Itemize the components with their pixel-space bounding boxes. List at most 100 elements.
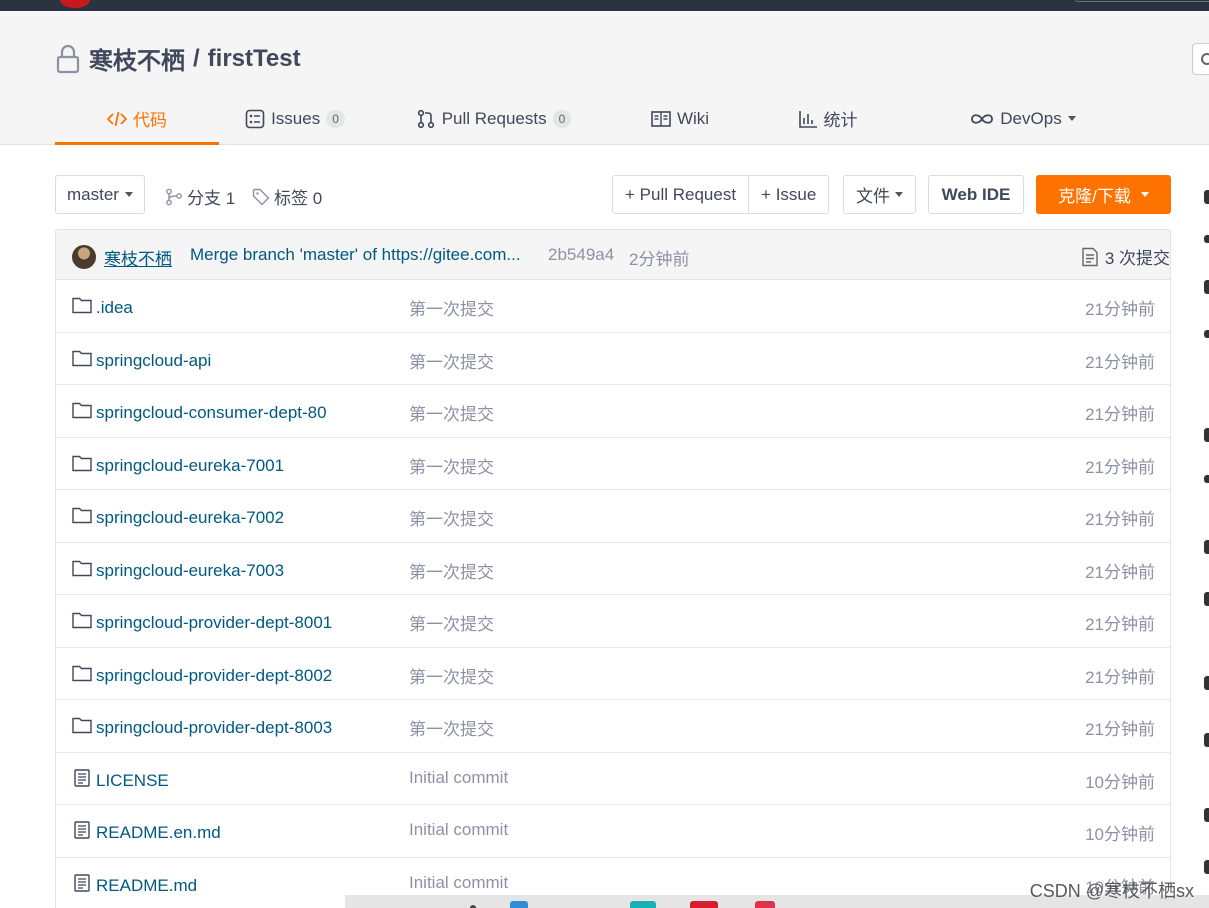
- file-name-link[interactable]: README.md: [96, 876, 197, 896]
- file-commit-time: 21分钟前: [1085, 510, 1155, 529]
- commits-icon: [1082, 247, 1098, 266]
- file-commit-message[interactable]: Initial commit: [409, 820, 508, 840]
- file-commit-message[interactable]: 第一次提交: [409, 453, 494, 478]
- file-commit-message[interactable]: Initial commit: [409, 768, 508, 788]
- folder-icon: [72, 506, 92, 524]
- file-commit-time: 21分钟前: [1085, 562, 1155, 582]
- new-pull-request-button[interactable]: + Pull Request: [613, 176, 748, 213]
- file-icon: [72, 768, 92, 787]
- infinity-icon: [971, 113, 994, 124]
- repo-title: 寒枝不栖 / firstTest: [55, 41, 301, 76]
- tab-stats[interactable]: 统计: [744, 92, 911, 145]
- file-commit-message[interactable]: 第一次提交: [409, 348, 494, 373]
- branch-select[interactable]: master: [55, 175, 145, 214]
- file-commit-time: 21分钟前: [1085, 615, 1155, 634]
- commit-count-link[interactable]: 3 次提交: [1081, 244, 1170, 269]
- folder-icon: [72, 664, 92, 682]
- tab-devops[interactable]: DevOps: [911, 92, 1135, 145]
- tab-label: Pull Requests: [441, 108, 547, 128]
- repo-name-link[interactable]: firstTest: [208, 45, 301, 73]
- table-row: LICENSE Initial commit 10分钟前: [56, 753, 1170, 805]
- file-menu-button[interactable]: 文件: [843, 175, 916, 214]
- file-name-link[interactable]: springcloud-eureka-7002: [96, 508, 284, 528]
- file-commit-message[interactable]: 第一次提交: [409, 715, 494, 740]
- file-commit-message[interactable]: 第一次提交: [409, 295, 494, 320]
- file-name-link[interactable]: LICENSE: [96, 771, 169, 791]
- csdn-watermark: CSDN @寒枝不栖sx: [1029, 881, 1194, 901]
- eye-icon: [1201, 53, 1209, 65]
- file-commit-time: 21分钟前: [1085, 720, 1155, 739]
- sidebar-edge: [1200, 150, 1209, 908]
- file-name-link[interactable]: springcloud-provider-dept-8001: [96, 613, 332, 633]
- lock-icon: [56, 44, 80, 73]
- avatar[interactable]: [72, 245, 96, 269]
- pull-request-icon: [417, 109, 434, 128]
- table-row: springcloud-eureka-7003 第一次提交 21分钟前: [56, 543, 1170, 595]
- folder-icon: [72, 559, 92, 577]
- table-row: springcloud-api 第一次提交 21分钟前: [56, 333, 1170, 385]
- tab-label: 代码: [133, 111, 167, 130]
- commit-sha[interactable]: 2b549a4: [548, 245, 614, 265]
- table-row: springcloud-provider-dept-8003 第一次提交 21分钟前: [56, 700, 1170, 753]
- file-list: 寒枝不栖 Merge branch 'master' of https://gi…: [55, 229, 1171, 908]
- tab-code[interactable]: 代码: [55, 92, 219, 145]
- file-name-link[interactable]: springcloud-eureka-7003: [96, 561, 284, 581]
- file-name-link[interactable]: .idea: [96, 298, 133, 318]
- file-icon: [72, 873, 92, 892]
- branches-link[interactable]: 分支 1: [165, 184, 235, 209]
- repo-header: 寒枝不栖 / firstTest 代码 Issues 0 Pull Reques…: [0, 11, 1209, 145]
- clone-label: 克隆/下载: [1058, 187, 1131, 206]
- issues-icon: [245, 109, 265, 128]
- tab-label: Issues: [271, 108, 321, 128]
- folder-icon: [72, 716, 92, 734]
- chevron-down-icon: [895, 192, 903, 197]
- file-commit-time: 21分钟前: [1085, 352, 1155, 372]
- create-button-group: + Pull Request + Issue: [612, 175, 830, 214]
- file-commit-time: 10分钟前: [1085, 825, 1155, 844]
- folder-icon: [72, 611, 92, 629]
- file-commit-time: 21分钟前: [1085, 405, 1155, 424]
- chevron-down-icon: [124, 192, 133, 197]
- latest-commit-bar: 寒枝不栖 Merge branch 'master' of https://gi…: [56, 230, 1170, 280]
- chevron-down-icon: [1140, 192, 1149, 197]
- file-name-link[interactable]: springcloud-api: [96, 351, 211, 371]
- table-row: springcloud-eureka-7001 第一次提交 21分钟前: [56, 438, 1170, 490]
- tab-label: DevOps: [1000, 108, 1062, 128]
- file-commit-message[interactable]: 第一次提交: [409, 558, 494, 583]
- tab-issues[interactable]: Issues 0: [219, 92, 371, 145]
- file-rows: .idea 第一次提交 21分钟前 springcloud-api 第一次提交 21分钟前…: [56, 280, 1170, 908]
- clone-download-button[interactable]: 克隆/下载: [1036, 175, 1171, 214]
- file-commit-time: 21分钟前: [1085, 457, 1155, 477]
- branches-label: 分支 1: [187, 189, 236, 208]
- file-commit-message[interactable]: 第一次提交: [409, 610, 494, 635]
- table-row: README.en.md Initial commit 10分钟前: [56, 805, 1170, 858]
- file-name-link[interactable]: springcloud-consumer-dept-80: [96, 403, 327, 423]
- watch-button[interactable]: [1192, 43, 1209, 75]
- file-name-link[interactable]: springcloud-eureka-7001: [96, 456, 284, 476]
- file-commit-message[interactable]: 第一次提交: [409, 400, 494, 425]
- file-commit-message[interactable]: 第一次提交: [409, 505, 494, 530]
- file-name-link[interactable]: springcloud-provider-dept-8003: [96, 718, 332, 738]
- tags-link[interactable]: 标签 0: [252, 184, 322, 209]
- file-name-link[interactable]: springcloud-provider-dept-8002: [96, 666, 332, 686]
- tab-wiki[interactable]: Wiki: [616, 92, 744, 145]
- file-commit-message[interactable]: 第一次提交: [409, 663, 494, 688]
- commit-message-link[interactable]: Merge branch 'master' of https://gitee.c…: [190, 245, 521, 265]
- table-row: springcloud-consumer-dept-80 第一次提交 21分钟前: [56, 385, 1170, 438]
- repo-tabs: 代码 Issues 0 Pull Requests 0 Wiki 统计 DevO…: [55, 92, 1135, 145]
- commit-author-link[interactable]: 寒枝不栖: [104, 245, 172, 270]
- new-issue-button[interactable]: + Issue: [748, 176, 828, 213]
- commit-count-label: 3 次提交: [1104, 249, 1170, 268]
- web-ide-button[interactable]: Web IDE: [928, 175, 1024, 214]
- file-name-link[interactable]: README.en.md: [96, 823, 221, 843]
- tab-label: 统计: [823, 111, 858, 130]
- gitee-logo[interactable]: [60, 0, 90, 8]
- branch-name: master: [67, 184, 119, 204]
- tab-pull-requests[interactable]: Pull Requests 0: [371, 92, 616, 145]
- file-commit-message[interactable]: Initial commit: [409, 873, 508, 893]
- search-input[interactable]: [1075, 0, 1209, 2]
- tags-label: 标签 0: [274, 189, 323, 208]
- bar-chart-icon: [798, 110, 817, 128]
- tab-label: Wiki: [676, 108, 710, 128]
- repo-owner-link[interactable]: 寒枝不栖: [89, 41, 185, 76]
